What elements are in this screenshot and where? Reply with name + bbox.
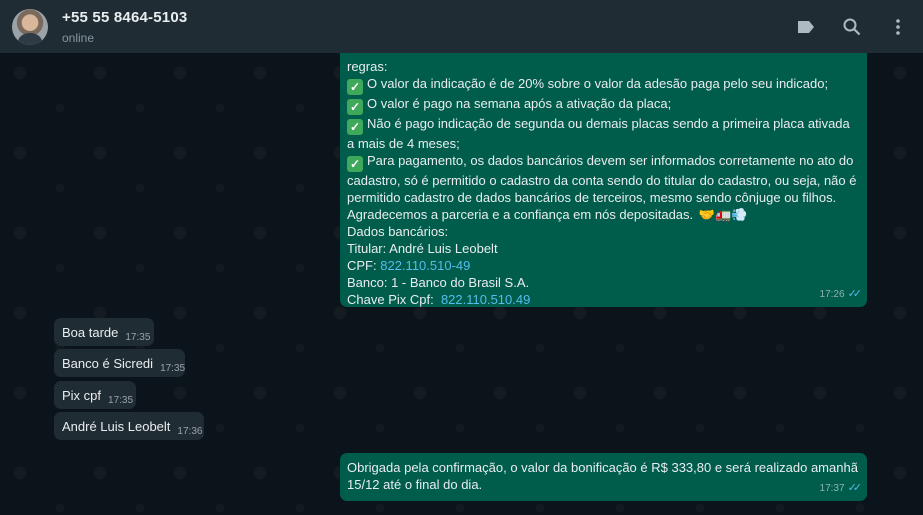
incoming-message[interactable]: Boa tarde 17:35 — [54, 318, 154, 346]
menu-icon[interactable] — [887, 16, 909, 38]
message-line: Agradecemos a parceria e a confiança em … — [347, 207, 694, 222]
message-text: Obrigada pela confirmação, o valor da bo… — [347, 460, 858, 492]
message-time: 17:35 — [125, 331, 151, 343]
pix-link[interactable]: 822.110.510.49 — [441, 292, 530, 307]
message-time: 17:35 — [108, 394, 134, 406]
check-icon: ✓ — [347, 156, 363, 172]
message-line: Titular: André Luis Leobelt — [347, 241, 498, 256]
message-meta: 17:37 ✓✓ — [819, 480, 863, 497]
incoming-message[interactable]: André Luis Leobelt 17:36 — [54, 412, 204, 440]
message-time: 17:35 — [160, 362, 186, 374]
emoji-group: 🤝🚛💨 — [698, 207, 748, 222]
message-meta: 17:26 ✓✓ — [819, 286, 863, 303]
message-text: Banco é Sicredi — [62, 355, 154, 371]
message-text: Boa tarde — [62, 324, 119, 340]
chat-header: +55 55 8464-5103 online — [0, 0, 923, 53]
contact-name: +55 55 8464-5103 — [62, 8, 188, 26]
message-line: O valor da indicação é de 20% sobre o va… — [367, 76, 829, 91]
message-line: CPF: — [347, 258, 377, 273]
message-text: André Luis Leobelt — [62, 418, 171, 434]
message-time: 17:36 — [177, 425, 203, 437]
label-icon[interactable] — [795, 16, 817, 38]
message-line: Dados bancários: — [347, 224, 449, 239]
header-actions — [795, 0, 909, 53]
outgoing-message[interactable]: regras: ✓ O valor da indicação é de 20% s… — [340, 53, 867, 307]
outgoing-message[interactable]: Obrigada pela confirmação, o valor da bo… — [340, 453, 867, 501]
cpf-link[interactable]: 822.110.510-49 — [380, 258, 470, 273]
double-check-icon: ✓✓ — [847, 482, 863, 494]
message-time: 17:26 — [819, 289, 845, 300]
message-line: regras: — [347, 59, 388, 74]
avatar[interactable] — [12, 8, 48, 45]
incoming-message[interactable]: Pix cpf 17:35 — [54, 381, 136, 409]
message-line: Banco: 1 - Banco do Brasil S.A. — [347, 275, 530, 290]
check-icon: ✓ — [347, 79, 363, 95]
check-icon: ✓ — [347, 99, 363, 115]
message-time: 17:37 — [819, 483, 845, 494]
message-line: O valor é pago na semana após a ativação… — [367, 96, 672, 111]
message-text: Pix cpf — [62, 387, 102, 403]
check-icon: ✓ — [347, 119, 363, 135]
contact-info[interactable]: +55 55 8464-5103 online — [62, 8, 187, 46]
contact-status: online — [62, 30, 95, 45]
double-check-icon: ✓✓ — [847, 288, 863, 300]
message-line: Para pagamento, os dados bancários devem… — [347, 153, 857, 205]
incoming-message[interactable]: Banco é Sicredi 17:35 — [54, 349, 185, 377]
message-line: Chave Pix Cpf: — [347, 292, 434, 307]
message-line: Não é pago indicação de segunda ou demai… — [347, 116, 850, 151]
search-icon[interactable] — [841, 16, 863, 38]
chat-area: regras: ✓ O valor da indicação é de 20% s… — [0, 53, 923, 515]
